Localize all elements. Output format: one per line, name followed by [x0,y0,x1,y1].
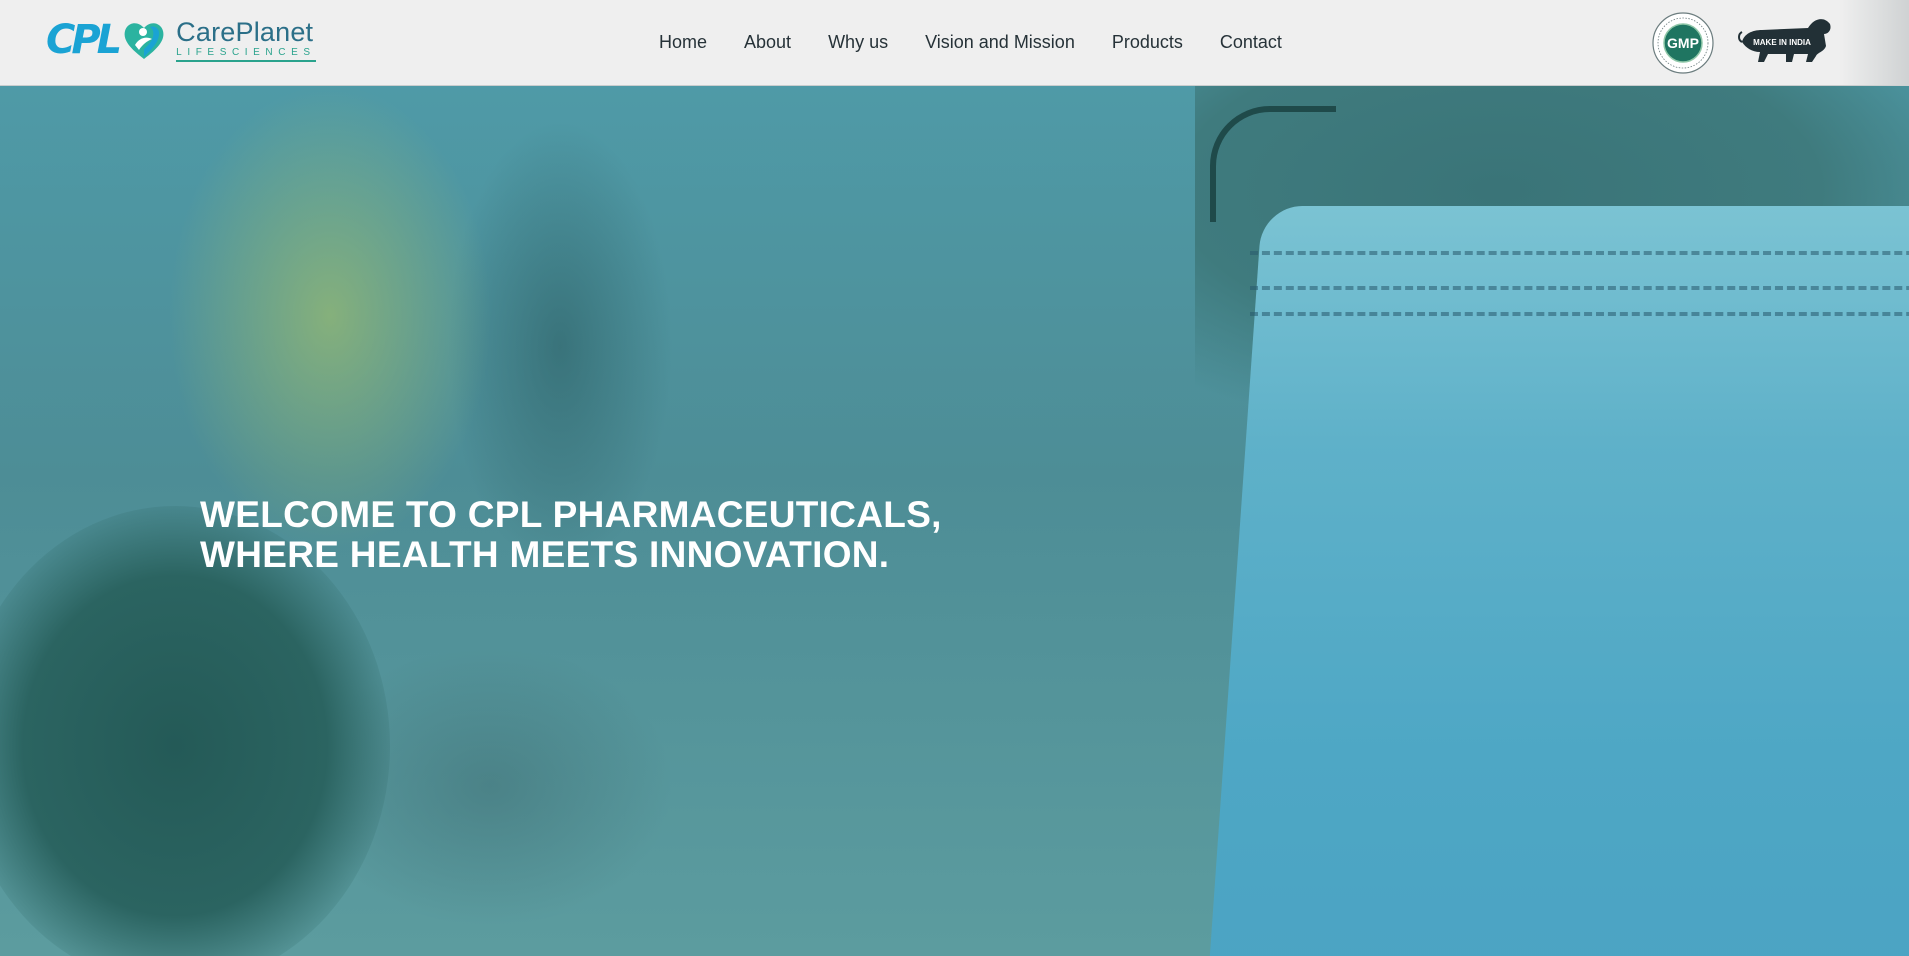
gmp-badge-label: GMP [1667,35,1699,51]
nav-products[interactable]: Products [1112,32,1183,53]
nav-contact[interactable]: Contact [1220,32,1282,53]
hero-banner: WELCOME TO CPL PHARMACEUTICALS, WHERE HE… [0,86,1909,956]
logo-name: CarePlanet [176,16,314,47]
careplanet-logo[interactable]: CPL CarePlanet LIFESCIENCES [46,18,316,62]
logo-mark-text: CPL [46,17,122,63]
make-in-india-label: MAKE IN INDIA [1753,38,1811,47]
hero-headline: WELCOME TO CPL PHARMACEUTICALS, WHERE HE… [200,494,942,575]
nav-about[interactable]: About [744,32,791,53]
make-in-india-logo: MAKE IN INDIA [1738,19,1831,62]
nav-home[interactable]: Home [659,32,707,53]
gmp-badge: GMP [1652,12,1714,74]
logo-subtitle: LIFESCIENCES [176,47,316,62]
logo-wordmark: CarePlanet LIFESCIENCES [176,16,316,62]
mask-stitch-line [1250,312,1909,316]
mask-stitch-line [1250,251,1909,255]
hero-background-mask-strap [1210,106,1336,222]
nav-why-us[interactable]: Why us [828,32,888,53]
heart-icon [124,23,164,59]
header-edge-fade [1839,0,1909,86]
mask-stitch-line [1250,286,1909,290]
site-header: CPL CarePlanet LIFESCIENCES Home About W… [0,0,1909,86]
logo-mark: CPL [46,17,122,63]
hero-background-face-mask [1207,206,1909,956]
nav-vision-and-mission[interactable]: Vision and Mission [925,32,1075,53]
main-nav: Home About Why us Vision and Mission Pro… [659,0,1282,84]
